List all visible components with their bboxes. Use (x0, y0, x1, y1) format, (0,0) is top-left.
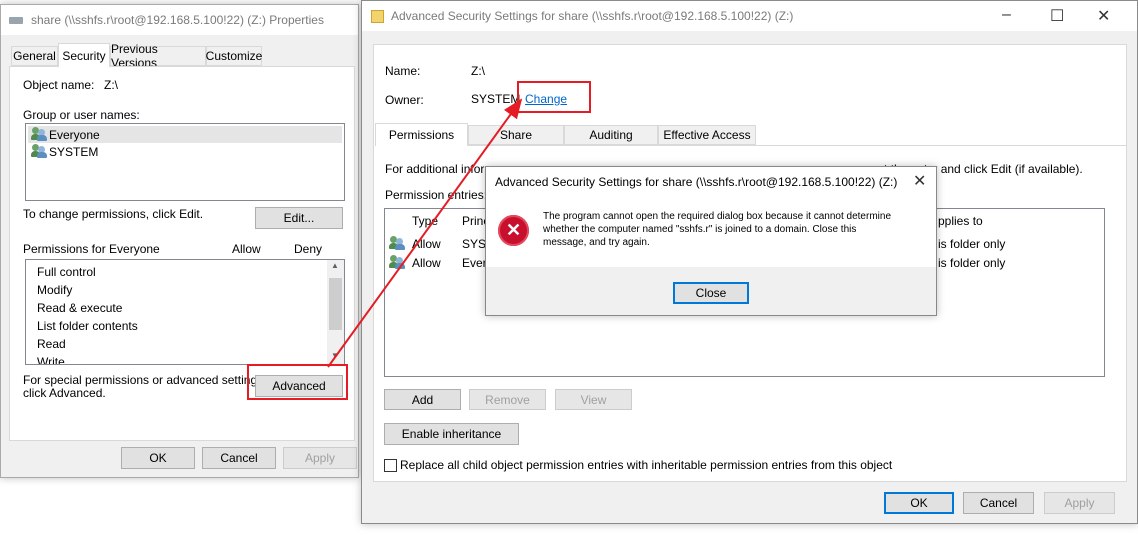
tab-label: Security (62, 48, 106, 63)
tab-label: Permissions (388, 128, 455, 142)
tab-security[interactable]: Security (58, 43, 110, 67)
tab-permissions[interactable]: Permissions (375, 123, 468, 146)
red-arrow-annotation (327, 98, 523, 368)
